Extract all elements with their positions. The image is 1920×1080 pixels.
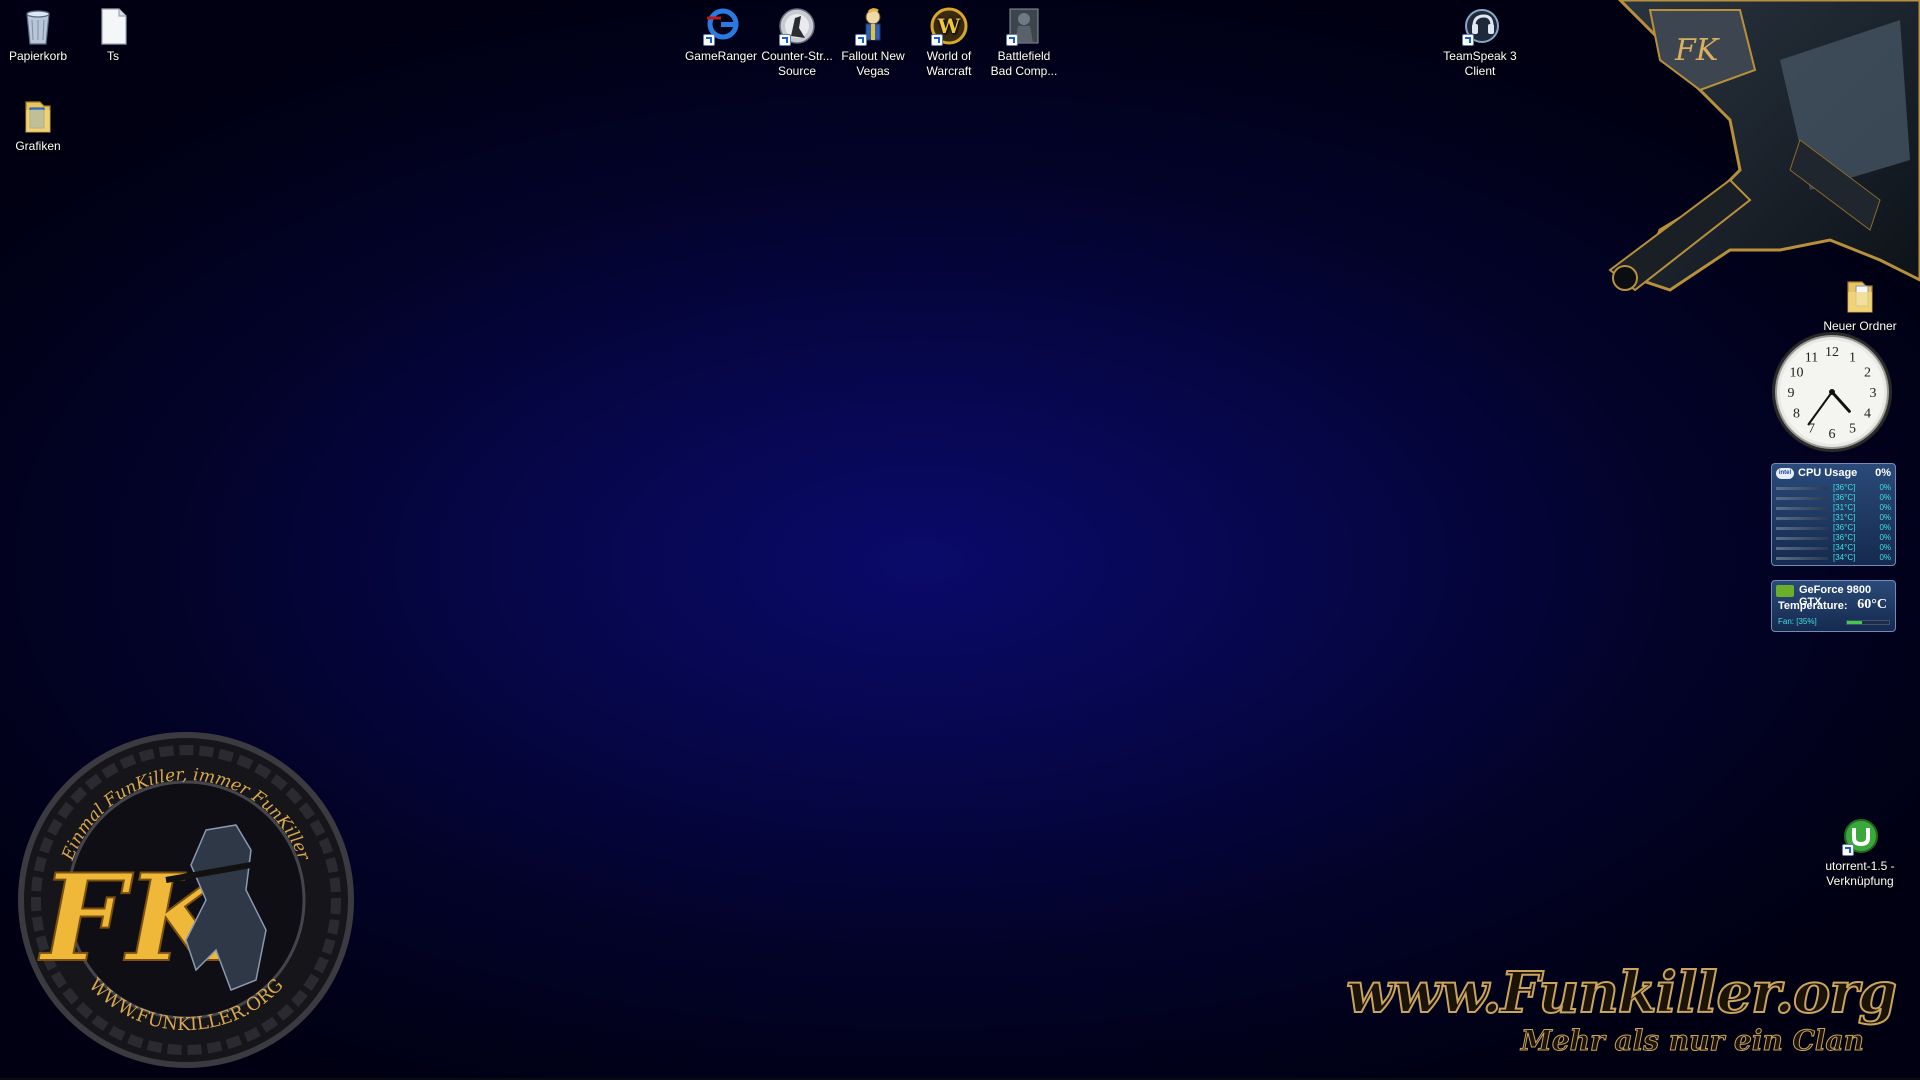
cpu-core-row: [36°C] 0%	[1776, 523, 1891, 533]
cpu-core-row: [31°C] 0%	[1776, 513, 1891, 523]
cpu-core-bar	[1776, 527, 1828, 530]
clock-numeral: 12	[1825, 345, 1839, 360]
desktop-icon-utorrent[interactable]: utorrent-1.5 - Verknüpfung	[1822, 816, 1898, 889]
desktop-icon-label: GameRanger	[684, 49, 758, 63]
clock-numeral: 6	[1829, 427, 1836, 442]
desktop-icon-world-of-warcraft[interactable]: W World of Warcraft	[911, 6, 987, 79]
cpu-core-row: [36°C] 0%	[1776, 483, 1891, 493]
desktop-icon-label: Grafiken	[15, 139, 61, 153]
cpu-usage-title: CPU Usage	[1798, 467, 1858, 479]
gpu-temperature-value: 60°C	[1857, 597, 1887, 612]
shortcut-arrow-icon	[1462, 34, 1474, 46]
desktop-icon-fallout[interactable]: Fallout New Vegas	[835, 6, 911, 79]
cpu-core-percent: 0%	[1879, 543, 1891, 552]
cpu-core-temp: [36°C]	[1833, 493, 1856, 502]
cpu-core-percent: 0%	[1879, 553, 1891, 562]
cpu-core-percent: 0%	[1879, 513, 1891, 522]
desktop-icon-label: Ts	[107, 49, 119, 63]
desktop-icon-ts[interactable]: Ts	[75, 6, 151, 64]
cpu-core-row: [34°C] 0%	[1776, 553, 1891, 563]
clock-numeral: 2	[1864, 366, 1871, 381]
nvidia-logo-icon	[1776, 585, 1794, 597]
cpu-core-bar	[1776, 517, 1828, 520]
desktop-icon-label: Counter-Str... Source	[761, 49, 833, 78]
desktop-icon-gameranger[interactable]: GameRanger	[683, 6, 759, 64]
cpu-core-row: [36°C] 0%	[1776, 493, 1891, 503]
cpu-core-row: [34°C] 0%	[1776, 543, 1891, 553]
cpu-core-bar	[1776, 497, 1828, 500]
cpu-core-percent: 0%	[1879, 483, 1891, 492]
desktop-icon-label: TeamSpeak 3 Client	[1443, 49, 1517, 78]
gpu-fan-bar-fill	[1847, 621, 1862, 624]
desktop-icon-label: Battlefield Bad Comp...	[990, 49, 1058, 78]
cpu-core-row: [36°C] 0%	[1776, 533, 1891, 543]
shortcut-arrow-icon	[1006, 34, 1018, 46]
cpu-core-temp: [36°C]	[1833, 483, 1856, 492]
funkiller-emblem: Einmal FunKiller, immer FunKiller WWW.FU…	[16, 730, 356, 1070]
clock-numeral: 8	[1793, 407, 1800, 422]
cpu-core-bar	[1776, 557, 1828, 560]
desktop-icon-label: Fallout New Vegas	[841, 49, 905, 78]
clock-numeral: 5	[1849, 422, 1856, 437]
shortcut-arrow-icon	[931, 34, 943, 46]
cpu-usage-gadget[interactable]: intel CPU Usage 0% [36°C] 0% [36°C] 0% [31°C…	[1771, 463, 1896, 566]
desktop-icon-papierkorb[interactable]: Papierkorb	[0, 6, 76, 64]
desktop-icon-counter-strike[interactable]: Counter-Str... Source	[759, 6, 835, 79]
gpu-fan-label: Fan: [35%]	[1778, 617, 1817, 626]
cpu-core-bar	[1776, 537, 1828, 540]
cpu-core-bar	[1776, 547, 1828, 550]
cpu-core-percent: 0%	[1879, 533, 1891, 542]
desktop-icon-label: World of Warcraft	[926, 49, 972, 78]
desktop[interactable]: FK Papierkorb Ts Grafiken GameRanger Cou…	[0, 0, 1920, 1080]
gpu-temperature-label: Temperature:	[1778, 600, 1848, 612]
cpu-core-percent: 0%	[1879, 503, 1891, 512]
brand-tagline: Mehr als nur ein Clan	[1520, 1024, 1864, 1058]
desktop-icon-teamspeak[interactable]: TeamSpeak 3 Client	[1442, 6, 1518, 79]
cpu-core-temp: [34°C]	[1833, 553, 1856, 562]
desktop-icon-label: Papierkorb	[8, 49, 68, 63]
shortcut-arrow-icon	[779, 34, 791, 46]
cpu-core-row: [31°C] 0%	[1776, 503, 1891, 513]
clock-numeral: 4	[1864, 407, 1871, 422]
desktop-icon-neuer-ordner[interactable]: Neuer Ordner	[1822, 276, 1898, 334]
cpu-core-temp: [31°C]	[1833, 503, 1856, 512]
cpu-core-temp: [36°C]	[1833, 523, 1856, 532]
text-file-icon	[101, 8, 127, 45]
cpu-core-percent: 0%	[1879, 493, 1891, 502]
soldier-wallpaper-art: FK	[1580, 0, 1920, 300]
recycle-bin-icon	[26, 10, 50, 45]
cpu-core-temp: [36°C]	[1833, 533, 1856, 542]
folder-icon	[25, 101, 51, 133]
cpu-core-temp: [34°C]	[1833, 543, 1856, 552]
cpu-core-bar	[1776, 487, 1828, 490]
shortcut-arrow-icon	[855, 34, 867, 46]
clock-numeral: 3	[1870, 386, 1877, 401]
clock-numeral: 1	[1849, 350, 1856, 365]
funkiller-brand: www.Funkiller.org Mehr als nur ein Clan	[1345, 959, 1916, 1060]
clock-numeral: 11	[1805, 350, 1818, 365]
cpu-usage-total: 0%	[1875, 467, 1891, 479]
clock-numeral: 10	[1789, 366, 1803, 381]
folder-icon	[1847, 281, 1873, 313]
cpu-core-list: [36°C] 0% [36°C] 0% [31°C] 0% [31°C] 0% [36°C] 0%…	[1776, 483, 1891, 563]
cpu-core-temp: [31°C]	[1833, 513, 1856, 522]
desktop-icon-label: utorrent-1.5 - Verknüpfung	[1825, 859, 1895, 888]
shortcut-arrow-icon	[703, 34, 715, 46]
cpu-core-bar	[1776, 507, 1828, 510]
gpu-monitor-gadget[interactable]: GeForce 9800 GTX Temperature: 60°C Fan: …	[1771, 580, 1896, 632]
gpu-fan-bar	[1846, 620, 1890, 625]
desktop-icon-grafiken[interactable]: Grafiken	[0, 96, 76, 154]
svg-text:FK: FK	[1674, 33, 1720, 68]
cpu-core-percent: 0%	[1879, 523, 1891, 532]
brand-url: www.Funkiller.org	[1345, 959, 1898, 1027]
intel-logo-icon: intel	[1776, 468, 1794, 479]
clock-gadget[interactable]: 12 1 2 3 4 5 6 7 8 9 10 11	[1770, 330, 1894, 454]
clock-numeral: 9	[1788, 386, 1795, 401]
desktop-icon-battlefield[interactable]: Battlefield Bad Comp...	[986, 6, 1062, 79]
shortcut-arrow-icon	[1842, 844, 1854, 856]
